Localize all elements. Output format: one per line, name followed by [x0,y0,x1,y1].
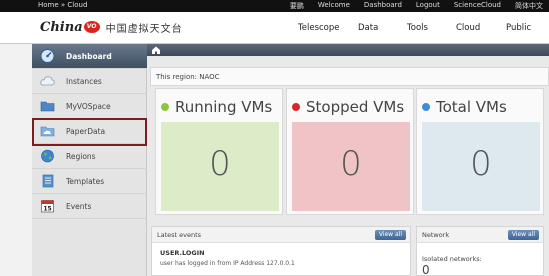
sidebar-item-templates[interactable]: Templates [32,169,147,194]
running-vms-value: 0 [209,144,231,184]
card-value-box: 0 [292,122,410,211]
nav-cloud[interactable]: Cloud [456,23,480,33]
card-value-box: 0 [161,122,279,211]
document-icon [42,174,54,188]
card-title-text: Running VMs [175,98,273,116]
latest-events-panel: Latest events View all USER.LOGIN user h… [151,226,411,276]
card-title: Running VMs [161,98,272,116]
card-value-box: 0 [422,122,540,211]
top-link-sciencecloud[interactable]: ScienceCloud [454,1,501,11]
card-title-text: Total VMs [436,98,507,116]
region-bar: This region: NAOC [150,67,549,86]
sidebar-item-dashboard[interactable]: Dashboard [32,44,147,69]
nav-data[interactable]: Data [358,23,378,33]
panel-header: Latest events View all [152,227,410,243]
main-nav: Telescope Data Tools Cloud Public [0,23,549,35]
status-dot-icon [292,103,300,111]
card-title-text: Stopped VMs [306,98,405,116]
sidebar-item-label: Dashboard [66,51,112,61]
network-panel: Network View all Isolated networks: 0 [416,226,544,276]
top-link-language[interactable]: 简体中文 [515,1,543,11]
sidebar-item-label: Instances [66,76,102,86]
total-vms-value: 0 [470,144,492,184]
status-dot-icon [161,103,169,111]
isolated-networks-label: Isolated networks: [422,255,482,263]
sidebar-item-label: Events [66,201,92,211]
panel-header: Network View all [417,227,543,243]
header: China VO 中国虚拟天文台 Telescope Data Tools Cl… [0,12,549,44]
card-title: Total VMs [422,98,507,116]
panel-title: Latest events [157,231,202,239]
status-dot-icon [422,103,430,111]
top-bar: Home » Cloud 要鹏 Welcome Dashboard Logout… [0,0,549,12]
top-link-dashboard[interactable]: Dashboard [364,1,402,11]
stopped-vms-value: 0 [340,144,362,184]
nav-public[interactable]: Public [506,23,531,33]
event-name: USER.LOGIN [160,249,205,257]
sidebar-item-label: Templates [66,176,105,186]
sidebar-item-regions[interactable]: Regions [32,144,147,169]
top-nav: 要鹏 Welcome Dashboard Logout ScienceCloud… [290,1,543,11]
nav-telescope[interactable]: Telescope [298,23,340,33]
network-view-all-button[interactable]: View all [507,230,539,240]
highlight-annotation [32,118,147,146]
top-link-user[interactable]: 要鹏 [290,1,304,11]
sidebar: Dashboard Instances MyVOSpace PaperData … [32,44,147,276]
sidebar-item-events[interactable]: 15 Events [32,194,147,219]
event-description: user has logged in from IP Address 127.0… [160,260,295,267]
top-link-welcome[interactable]: Welcome [318,1,350,11]
folder-icon [40,101,55,112]
card-title: Stopped VMs [292,98,404,116]
events-view-all-button[interactable]: View all [374,230,406,240]
dashboard-icon [40,49,55,63]
panel-title: Network [422,231,450,239]
cloud-icon [40,76,55,86]
running-vms-card: Running VMs 0 [155,88,283,215]
content-breadcrumb-bar [147,44,549,56]
total-vms-card: Total VMs 0 [416,88,544,215]
sidebar-item-myvospace[interactable]: MyVOSpace [32,94,147,119]
top-link-logout[interactable]: Logout [416,1,440,11]
home-icon[interactable] [150,45,162,55]
calendar-day: 15 [43,206,51,213]
isolated-networks-value: 0 [422,263,430,276]
region-text: This region: NAOC [156,73,220,81]
breadcrumb: Home » Cloud [38,1,88,9]
calendar-icon: 15 [41,200,54,213]
sidebar-item-label: Regions [66,151,96,161]
nav-tools[interactable]: Tools [407,23,428,33]
stopped-vms-card: Stopped VMs 0 [286,88,414,215]
sidebar-item-label: MyVOSpace [66,101,111,111]
sidebar-item-instances[interactable]: Instances [32,69,147,94]
globe-icon [41,149,54,163]
